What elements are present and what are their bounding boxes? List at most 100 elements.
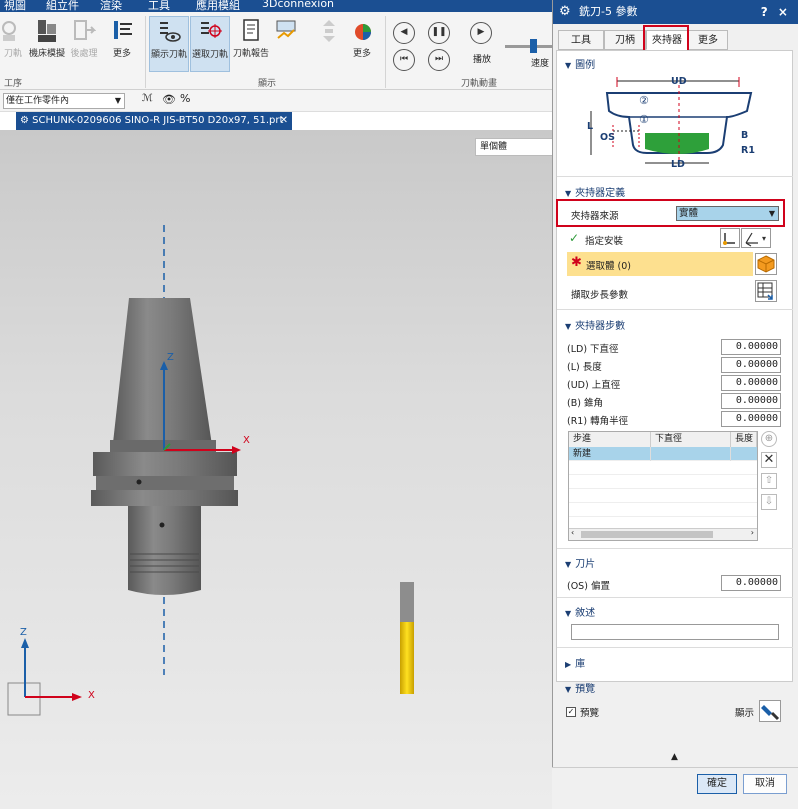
param-field-ud[interactable]: 0.00000 (721, 375, 781, 391)
scrollbar-thumb[interactable] (581, 531, 713, 538)
tool-flute (400, 622, 414, 694)
section-preview-header[interactable]: ▼ 預覽 (565, 680, 595, 695)
ribbon-tab-view[interactable]: 視圖 (4, 0, 26, 12)
diagram-label-1: ① (639, 113, 649, 126)
param-label-b: (B) 錐角 (567, 398, 603, 409)
play-label: 播放 (473, 55, 492, 65)
triad-z-label: Z (20, 627, 27, 638)
table-horizontal-scrollbar[interactable]: ‹ › (569, 528, 757, 540)
csys-dropdown-button[interactable]: ▾ (741, 228, 771, 248)
document-tab[interactable]: ⚙ SCHUNK-0209606 SINO-R JIS-BT50 D20x97,… (16, 112, 292, 130)
ribbon-tab-tools[interactable]: 工具 (148, 0, 170, 12)
chevron-down-icon: ▼ (565, 189, 572, 198)
ribbon-tab-assembly[interactable]: 組立件 (46, 0, 79, 12)
specify-mount-label: 指定安裝 (585, 236, 624, 247)
offset-label: (OS) 偏置 (567, 581, 610, 592)
offset-field[interactable]: 0.00000 (721, 575, 781, 591)
collapse-arrow-icon[interactable]: ▲ (671, 752, 678, 762)
graphics-viewport[interactable]: 單個體 Z X Z X (0, 130, 552, 809)
col-header-step[interactable]: 步進 (569, 432, 651, 447)
param-label-ld: (LD) 下直徑 (567, 344, 619, 355)
tab-more[interactable]: 更多 (688, 30, 728, 50)
section-holder-steps-header[interactable]: ▼ 夾持器步數 (565, 317, 625, 332)
close-icon[interactable]: ✕ (280, 112, 288, 130)
table-row[interactable]: 新建 (569, 447, 757, 461)
selection-scope-dropdown[interactable]: 僅在工作零件內 ▼ (3, 93, 125, 109)
play-icon[interactable]: ▶ (470, 22, 492, 44)
param-field-ld[interactable]: 0.00000 (721, 339, 781, 355)
nx-cam-window: 視圖 組立件 渲染 工具 應用模組 3Dconnexion 刀軌 機床模擬 後處… (0, 0, 798, 809)
ribbon-tab-render[interactable]: 渲染 (100, 0, 122, 12)
arrow-updown-icon (323, 20, 335, 42)
param-field-l[interactable]: 0.00000 (721, 357, 781, 373)
move-up-icon[interactable]: ⇧ (761, 473, 777, 489)
dialog-controls[interactable]: ? × (761, 0, 791, 24)
add-step-button[interactable]: ⊕ (761, 431, 777, 447)
ribbon-tab-applications[interactable]: 應用模組 (196, 0, 240, 12)
select-body-button[interactable] (755, 253, 777, 275)
section-description-header[interactable]: ▼ 敘述 (565, 604, 595, 619)
col-header-length[interactable]: 長度 (731, 432, 757, 447)
param-field-b[interactable]: 0.00000 (721, 393, 781, 409)
pause-icon[interactable]: ❚❚ (428, 22, 450, 44)
diagram-label-os: OS (600, 132, 615, 143)
diagram-label-b: B (741, 130, 749, 141)
chevron-down-icon: ▼ (768, 209, 775, 218)
description-field[interactable] (571, 624, 779, 640)
more-button-2[interactable]: 更多 (345, 16, 379, 72)
step-back-icon[interactable]: ◀ (393, 22, 415, 44)
specify-csys-button[interactable] (720, 228, 740, 248)
forward-icon[interactable]: ⏭ (428, 49, 450, 71)
cancel-button[interactable]: 取消 (743, 774, 787, 794)
scroll-right-icon[interactable]: › (751, 528, 754, 537)
delete-step-button[interactable]: ✕ (761, 452, 777, 468)
move-updown-button[interactable] (316, 16, 342, 72)
move-down-icon[interactable]: ⇩ (761, 494, 777, 510)
diagram-label-2: ② (639, 94, 649, 107)
section-holder-def-header[interactable]: ▼ 夾持器定義 (565, 184, 625, 199)
section-diagram-header[interactable]: ▼ 圖例 (565, 56, 595, 71)
select-toolpath-button[interactable]: 選取刀軌 (190, 16, 230, 72)
holder-flange-lower (91, 490, 238, 506)
dialog-title-bar: ⚙ 銑刀-5 參數 ? × (553, 0, 798, 24)
extract-params-button[interactable] (755, 280, 777, 302)
tool-shank (400, 582, 414, 622)
speed-slider-knob[interactable] (530, 39, 537, 53)
chevron-down-icon: ▼ (565, 609, 572, 618)
machine-sim-icon (38, 20, 56, 42)
show-toolpath-button[interactable]: 顯示刀軌 (149, 16, 189, 72)
toolpath-button[interactable]: 刀軌 (0, 16, 26, 72)
section-library-header[interactable]: ▶ 庫 (565, 655, 585, 670)
tab-shank[interactable]: 刀柄 (604, 30, 646, 50)
select-body-row[interactable]: ✱ 選取體 (0) (567, 252, 753, 276)
chevron-down-icon: ▼ (114, 96, 121, 105)
vis-toggle-button[interactable] (273, 16, 299, 72)
param-field-r1[interactable]: 0.00000 (721, 411, 781, 427)
holder-source-dropdown[interactable]: 實體 ▼ (676, 206, 779, 221)
section-insert-header[interactable]: ▼ 刀片 (565, 555, 595, 570)
scroll-left-icon[interactable]: ‹ (571, 528, 574, 537)
post-process-button[interactable]: 後處理 (68, 16, 100, 72)
more-button-1[interactable]: 更多 (107, 16, 137, 72)
rewind-icon[interactable]: ⏮ (393, 49, 415, 71)
holder-taper (112, 298, 213, 452)
flashlight-icon (761, 705, 780, 721)
show-preview-button[interactable] (759, 700, 781, 722)
ribbon-tab-3dconnexion[interactable]: 3Dconnexion (262, 0, 334, 10)
preview-checkbox[interactable]: ✓ (566, 707, 576, 717)
speed-slider-track[interactable] (505, 45, 552, 48)
selection-toolbar: 僅在工作零件內 ▼ ℳ 👁 % (0, 90, 552, 112)
mcs-icon[interactable]: ℳ (142, 93, 153, 104)
diagram-label-ud: UD (671, 76, 687, 87)
holder-flange-groove (96, 476, 234, 490)
ok-button[interactable]: 確定 (697, 774, 737, 794)
col-header-lower-dia[interactable]: 下直徑 (651, 432, 731, 447)
filter-clear-icon[interactable]: % (180, 92, 190, 105)
toolpath-report-button[interactable]: 刀軌報告 (231, 16, 271, 72)
holder-hole (136, 479, 142, 485)
chevron-down-icon: ▼ (565, 322, 572, 331)
machine-sim-button[interactable]: 機床模擬 (27, 16, 67, 72)
tab-tool[interactable]: 工具 (558, 30, 604, 50)
color-wheel-icon (355, 24, 371, 40)
eye-icon[interactable]: 👁 (162, 93, 176, 106)
